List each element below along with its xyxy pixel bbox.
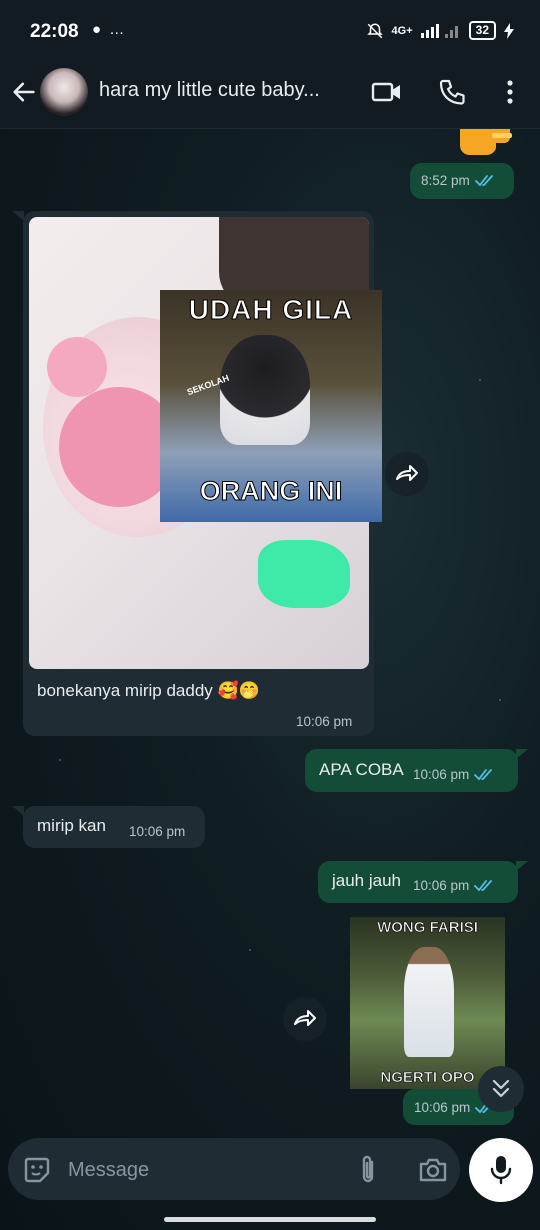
message-time: 10:06 pm <box>296 714 353 729</box>
chat-title[interactable]: hara my little cute baby... <box>99 79 354 102</box>
notification-icons: ● … <box>92 21 127 38</box>
message-text: jauh jauh <box>332 871 402 890</box>
message-meta: 10:06 pm <box>413 767 496 782</box>
chat-header: hara my little cute baby... <box>0 60 540 129</box>
bubble-tail <box>516 749 528 759</box>
network-label: 4G+ <box>391 24 413 37</box>
scroll-to-bottom-button[interactable] <box>478 1066 524 1112</box>
thumbs-up-sticker[interactable] <box>456 129 514 155</box>
read-ticks-icon <box>474 879 493 891</box>
back-arrow-icon[interactable] <box>10 78 38 106</box>
bubble-tail <box>12 211 24 221</box>
mute-icon <box>366 22 383 38</box>
forward-icon <box>396 465 418 481</box>
bubble-tail <box>12 806 24 816</box>
phone-icon[interactable] <box>434 74 470 110</box>
bubble-tail <box>516 861 528 871</box>
read-ticks-icon <box>474 768 493 780</box>
charging-icon <box>504 22 514 39</box>
sticker-bottom-text: ORANG INI <box>199 476 343 507</box>
home-indicator[interactable] <box>164 1217 376 1222</box>
battery-level: 32 <box>468 21 496 40</box>
message-time: 10:06 pm <box>129 824 186 839</box>
signal-icon <box>420 23 458 38</box>
more-vert-icon[interactable] <box>492 74 528 110</box>
mic-button[interactable] <box>469 1138 533 1202</box>
message-meta: 8:52 pm <box>421 173 497 188</box>
read-ticks-icon <box>474 174 493 186</box>
forward-button[interactable] <box>385 452 429 496</box>
message-bubble-outgoing[interactable]: jauh jauh 10:06 pm <box>318 861 518 903</box>
status-bar: 22:08 ● … 4G+ 32 <box>0 0 540 60</box>
photo-plush-ear <box>47 337 107 397</box>
message-bubble-outgoing[interactable]: 8:52 pm <box>410 163 514 199</box>
sticker-top-text: UDAH GILA <box>188 294 354 326</box>
sticker-top-text: WONG FARISI <box>377 919 478 937</box>
status-time: 22:08 <box>30 21 79 42</box>
avatar[interactable] <box>40 68 88 116</box>
message-text: bonekanya mirip daddy 🥰🤭 <box>37 681 260 700</box>
forward-button[interactable] <box>283 997 327 1041</box>
message-meta: 10:06 pm <box>413 878 496 893</box>
meme-sticker-2[interactable]: WONG FARISI NGERTI OPO <box>350 917 505 1089</box>
message-bubble-incoming[interactable]: mirip kan 10:06 pm <box>23 806 205 848</box>
attach-icon[interactable] <box>356 1154 380 1186</box>
message-time: 10:06 pm <box>413 767 470 782</box>
message-meta: 10:06 pm <box>296 714 352 729</box>
message-meta: 10:06 pm <box>129 824 185 839</box>
message-time: 8:52 pm <box>421 173 470 188</box>
message-time: 10:06 pm <box>413 878 470 893</box>
message-text: APA COBA <box>319 760 404 779</box>
message-bubble-outgoing[interactable]: APA COBA 10:06 pm <box>305 749 518 792</box>
forward-icon <box>294 1010 316 1026</box>
video-call-icon[interactable] <box>368 74 404 110</box>
scribble-overlay <box>258 540 350 608</box>
sticker-figure <box>220 335 310 445</box>
sticker-figure <box>404 947 454 1057</box>
message-composer <box>8 1138 460 1200</box>
message-time: 10:06 pm <box>414 1100 471 1115</box>
camera-icon[interactable] <box>418 1156 448 1184</box>
message-input[interactable] <box>66 1155 330 1185</box>
sticker-icon[interactable] <box>22 1155 52 1185</box>
double-chevron-down-icon <box>492 1079 510 1098</box>
mic-icon <box>490 1156 512 1185</box>
meme-sticker: UDAH GILA SEKOLAH ORANG INI <box>160 290 382 522</box>
status-right: 4G+ 32 <box>366 21 514 40</box>
message-text: mirip kan <box>37 816 106 835</box>
